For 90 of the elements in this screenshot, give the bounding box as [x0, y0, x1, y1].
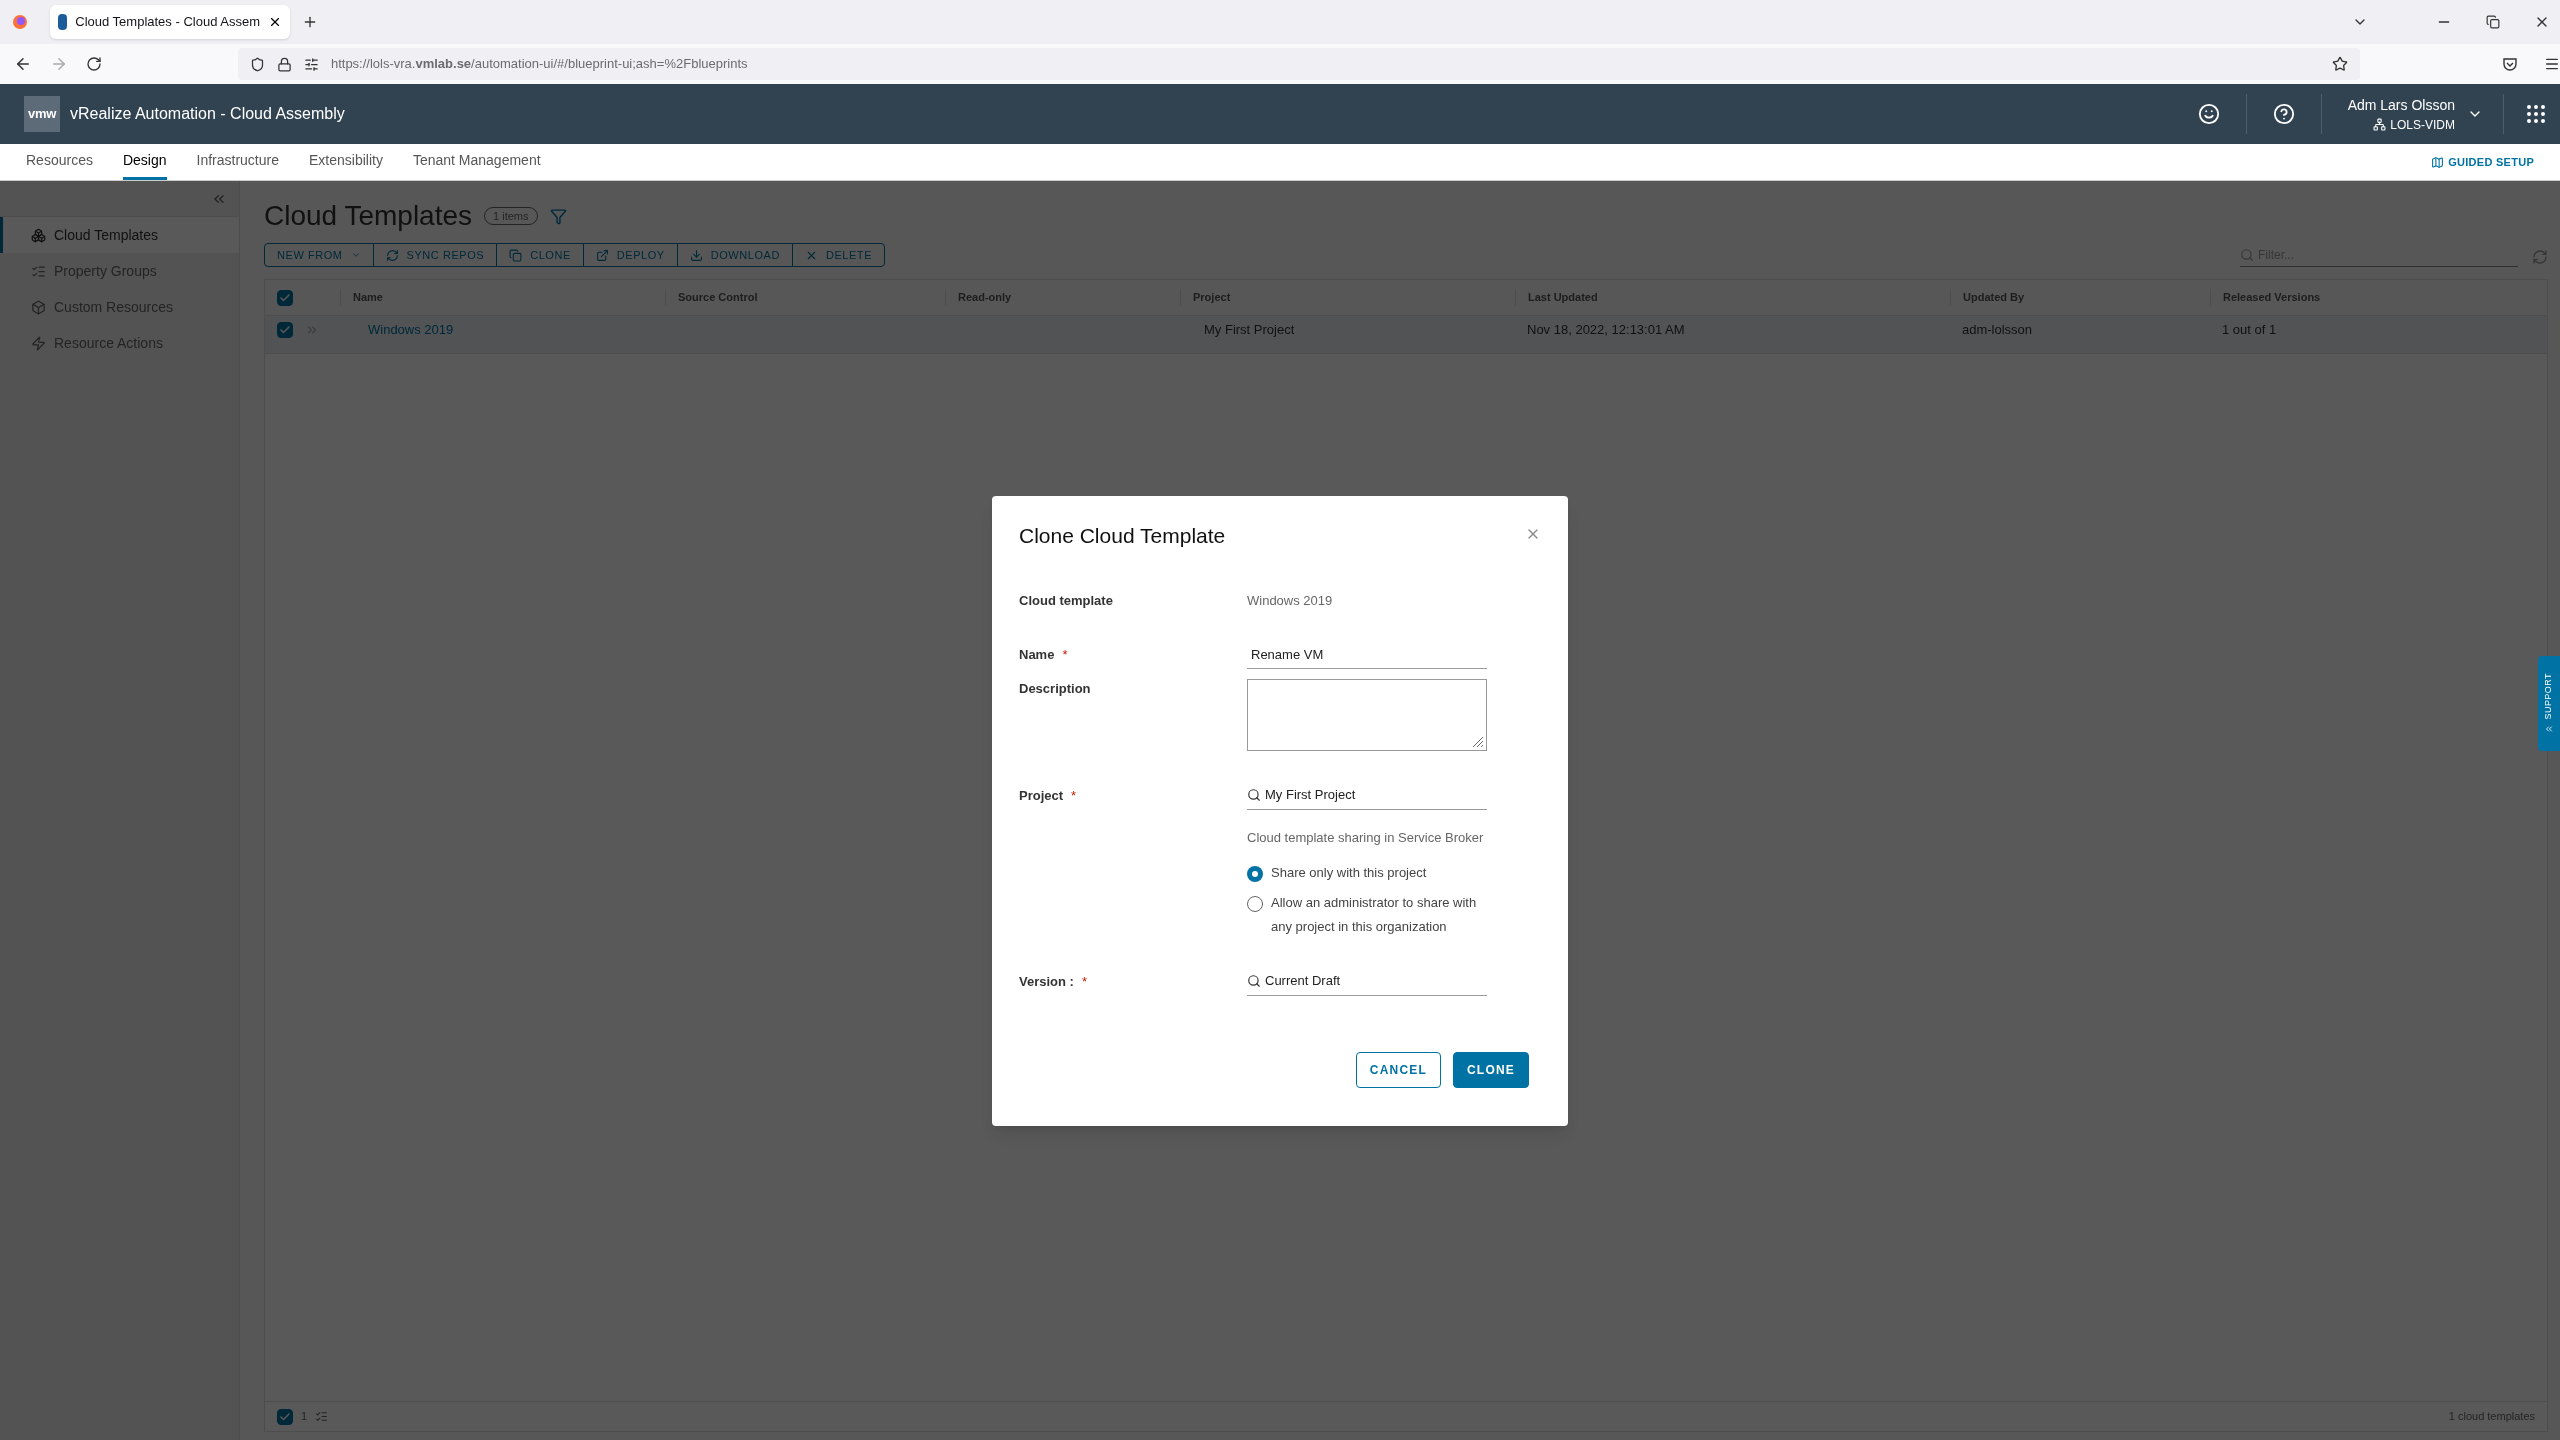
dialog-title: Clone Cloud Template — [1019, 522, 1226, 549]
toolbar-button[interactable]: SYNC REPOS — [372, 244, 497, 266]
toolbar-button[interactable]: NEW FROM — [265, 244, 373, 266]
clone-button[interactable]: CLONE — [1453, 1051, 1529, 1088]
search-icon — [2240, 248, 2254, 262]
reload-icon[interactable] — [85, 56, 102, 72]
nav-tab[interactable]: Extensibility — [309, 144, 383, 180]
expand-icon — [2544, 723, 2554, 734]
nav-tab[interactable]: Resources — [26, 144, 93, 180]
caret-icon — [350, 250, 361, 260]
template-link[interactable]: Windows 2019 — [340, 320, 665, 340]
toolbar-button[interactable]: CLONE — [496, 244, 583, 266]
search-icon — [1247, 787, 1261, 802]
sidebar-item[interactable]: Cloud Templates — [0, 217, 239, 253]
required-mark: * — [1062, 646, 1068, 664]
tab-favicon-icon — [58, 14, 68, 30]
radio-button[interactable] — [1247, 866, 1263, 882]
table-cell-text: My First Project — [1203, 321, 1296, 340]
smiley-icon[interactable] — [2197, 103, 2220, 125]
cancel-button[interactable]: CANCEL — [1355, 1051, 1441, 1088]
column-header[interactable]: Project — [1180, 289, 1515, 306]
description-field[interactable] — [1247, 679, 1487, 751]
browser-logo-icon[interactable] — [12, 14, 28, 30]
new-tab-icon[interactable] — [302, 14, 318, 30]
required-mark: * — [1071, 786, 1077, 805]
copy-icon — [509, 248, 523, 262]
list-icon — [31, 263, 46, 279]
boxes-icon — [31, 227, 46, 243]
required-mark: * — [1081, 972, 1087, 991]
search-icon — [1247, 973, 1261, 988]
toolbar-button[interactable]: DEPLOY — [582, 244, 677, 266]
column-header[interactable]: Updated By — [1950, 289, 2210, 306]
address-bar[interactable]: https://lols-vra.vmlab.se/automation-ui/#/blueprint-ui;ash=%2Fblueprints — [237, 48, 2361, 80]
nav-tab[interactable]: Tenant Management — [412, 144, 541, 180]
toolbar-button[interactable]: DELETE — [791, 244, 885, 266]
cube-icon — [31, 299, 46, 315]
toolbar-button[interactable]: DOWNLOAD — [676, 244, 792, 266]
template-name: Windows 2019 — [1247, 592, 1333, 610]
sync-icon — [385, 248, 399, 262]
checkbox[interactable] — [277, 322, 293, 339]
checkbox[interactable] — [277, 289, 293, 306]
checkmark-icon — [279, 291, 291, 304]
support-tab[interactable]: SUPPORT — [2538, 656, 2560, 751]
checkbox[interactable] — [277, 1408, 293, 1425]
sharing-note: Cloud template sharing in Service Broker — [1247, 828, 1484, 847]
app-grid-icon[interactable] — [2524, 102, 2548, 126]
browser-tab[interactable]: Cloud Templates - Cloud Assem — [50, 5, 290, 39]
search-field[interactable]: Current Draft — [1247, 967, 1487, 996]
column-header[interactable]: Read-only — [945, 289, 1180, 306]
name-field[interactable]: Rename VM — [1247, 640, 1487, 669]
radio-label: Share only with this project — [1271, 864, 1427, 882]
close-tab-icon[interactable] — [268, 15, 282, 29]
org-icon — [2373, 118, 2387, 131]
column-header[interactable]: Source Control — [665, 289, 945, 306]
radio-label: Allow an administrator to share with any project in this organization — [1271, 894, 1478, 936]
field-label: Project — [1019, 786, 1064, 805]
lock-icon — [276, 56, 292, 72]
logo[interactable]: vmw — [24, 96, 60, 132]
checkmark-icon — [279, 1410, 291, 1423]
column-header[interactable]: Last Updated — [1515, 289, 1950, 306]
pocket-icon[interactable] — [2502, 56, 2518, 72]
map-icon — [2431, 155, 2445, 169]
app-title: vRealize Automation - Cloud Assembly — [70, 104, 345, 124]
column-header[interactable]: Released Versions — [2210, 289, 2547, 306]
guided-setup-link[interactable]: GUIDED SETUP — [2431, 144, 2534, 180]
table-cell-text: Nov 18, 2022, 12:13:01 AM — [1526, 321, 1686, 340]
page-title: Cloud Templates — [264, 199, 473, 233]
bookmark-star-icon[interactable] — [2332, 56, 2349, 72]
permissions-icon — [303, 56, 319, 72]
table-cell-text: adm-lolsson — [1961, 321, 2034, 340]
column-header[interactable]: Name — [340, 289, 665, 306]
lightning-icon — [31, 335, 46, 351]
back-icon[interactable] — [14, 55, 32, 73]
radio-button[interactable] — [1247, 896, 1263, 912]
resize-handle-icon[interactable] — [1470, 734, 1484, 748]
help-icon[interactable] — [2272, 103, 2295, 125]
restore-icon[interactable] — [2486, 15, 2500, 29]
field-label: Description — [1019, 680, 1091, 698]
field-label: Version : — [1019, 972, 1074, 991]
download-icon — [689, 248, 703, 262]
table-cell-text: 1 out of 1 — [2221, 321, 2278, 340]
external-link-icon — [595, 248, 609, 262]
menu-icon[interactable] — [2544, 56, 2560, 72]
user-name[interactable]: Adm Lars Olsson — [2347, 94, 2455, 116]
org-name: LOLS-VIDM — [2390, 116, 2455, 134]
shield-icon — [249, 56, 265, 72]
field-label: Cloud template — [1019, 592, 1113, 610]
search-field[interactable]: My First Project — [1247, 781, 1487, 810]
nav-tab[interactable]: Infrastructure — [196, 144, 279, 180]
field-label: Name — [1019, 646, 1055, 664]
